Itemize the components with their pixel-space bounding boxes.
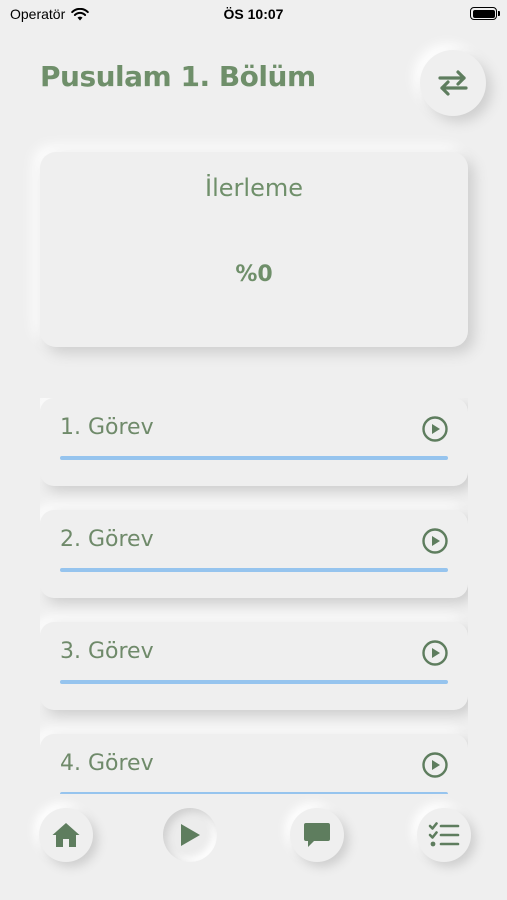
- play-circle-icon[interactable]: [422, 528, 448, 554]
- play-circle-icon[interactable]: [422, 416, 448, 442]
- tab-checklist[interactable]: [417, 808, 471, 862]
- chat-icon: [304, 823, 330, 847]
- tab-bar: [0, 794, 507, 900]
- task-card[interactable]: 1. Görev: [40, 398, 468, 486]
- status-time: ÖS 10:07: [223, 6, 284, 22]
- tab-chat[interactable]: [290, 808, 344, 862]
- swap-arrows-icon: [438, 70, 468, 96]
- play-icon: [181, 824, 200, 846]
- task-label: 1. Görev: [60, 415, 154, 440]
- progress-title: İlerleme: [205, 174, 303, 202]
- checklist-icon: [428, 822, 460, 847]
- task-progress-bar: [60, 568, 448, 572]
- swap-button[interactable]: [420, 50, 486, 116]
- tab-home[interactable]: [39, 808, 93, 862]
- status-bar: Operatör ÖS 10:07: [0, 0, 507, 28]
- task-label: 2. Görev: [60, 527, 154, 552]
- task-label: 3. Görev: [60, 639, 154, 664]
- task-label: 4. Görev: [60, 751, 154, 776]
- home-icon: [52, 823, 80, 847]
- task-progress-bar: [60, 680, 448, 684]
- task-card[interactable]: 4. Görev: [40, 734, 468, 794]
- task-list[interactable]: 1. Görev 2. Görev 3. Görev 4. Görev: [40, 398, 468, 794]
- page-title: Pusulam 1. Bölüm: [40, 60, 316, 93]
- task-card[interactable]: 2. Görev: [40, 510, 468, 598]
- play-circle-icon[interactable]: [422, 752, 448, 778]
- progress-value: %0: [235, 262, 273, 287]
- task-progress-bar: [60, 456, 448, 460]
- battery-icon: [470, 7, 500, 20]
- task-card[interactable]: 3. Görev: [40, 622, 468, 710]
- tab-play[interactable]: [163, 808, 217, 862]
- progress-card: İlerleme %0: [40, 152, 468, 347]
- play-circle-icon[interactable]: [422, 640, 448, 666]
